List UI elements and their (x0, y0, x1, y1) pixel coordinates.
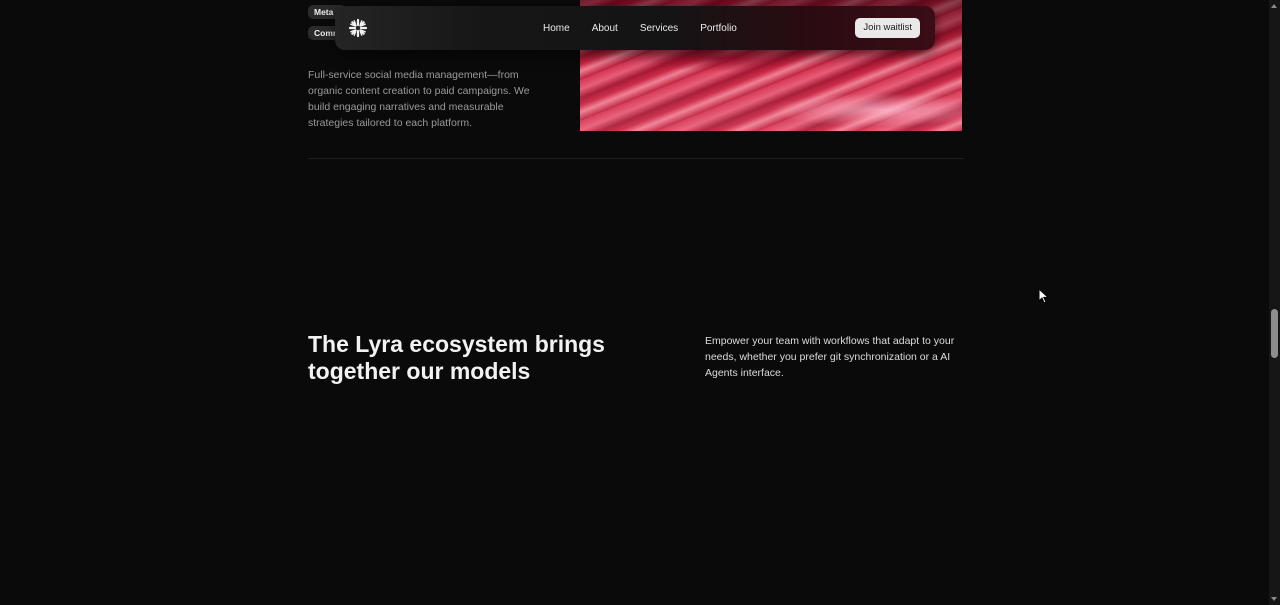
top-navbar: Home About Services Portfolio Join waitl… (335, 6, 935, 50)
nav-link-services[interactable]: Services (640, 23, 678, 34)
service-description: Full-service social media management—fro… (308, 69, 530, 129)
scroll-down-arrow-icon[interactable] (1271, 597, 1277, 601)
vertical-scrollbar[interactable] (1269, 0, 1280, 605)
page: Meta Comm Full-service social media mana… (0, 0, 1269, 605)
section-heading: The Lyra ecosystem brings together our m… (308, 331, 605, 384)
nav-links: Home About Services Portfolio (543, 6, 759, 50)
asterisk-burst-icon[interactable] (347, 17, 369, 39)
nav-link-portfolio[interactable]: Portfolio (700, 23, 737, 34)
nav-link-home[interactable]: Home (543, 23, 570, 34)
section-description: Empower your team with workflows that ad… (705, 335, 955, 379)
scroll-thumb[interactable] (1271, 309, 1278, 358)
section-divider (308, 158, 964, 159)
mouse-cursor-icon (1038, 288, 1050, 304)
join-waitlist-button[interactable]: Join waitlist (855, 18, 920, 38)
nav-link-about[interactable]: About (592, 23, 618, 34)
scroll-up-arrow-icon[interactable] (1271, 4, 1277, 8)
